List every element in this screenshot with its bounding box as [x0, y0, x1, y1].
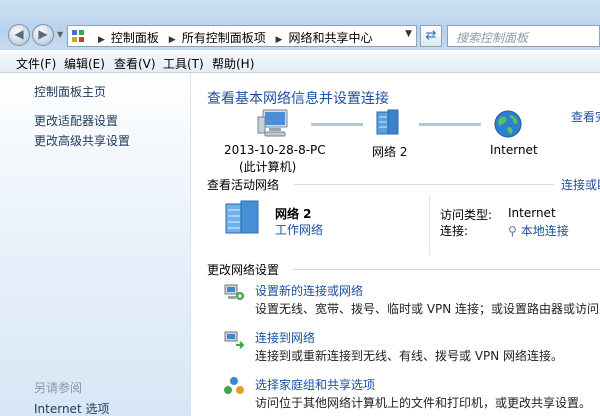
refresh-icon: ⇄: [425, 28, 437, 43]
control-panel-window: ◀ ▶ ▼ ▶ 控制面板 ▶ 所有控制面板项 ▶ 网络和共享中心 ▼ ⇄ 搜索控制面板…: [0, 0, 600, 416]
local-connection-label: 本地连接: [520, 224, 569, 238]
sidebar-item-advanced-sharing[interactable]: 更改高级共享设置: [34, 132, 130, 149]
breadcrumb: ▶ 控制面板 ▶ 所有控制面板项 ▶ 网络和共享中心: [92, 29, 372, 46]
window-chrome: ◀ ▶ ▼ ▶ 控制面板 ▶ 所有控制面板项 ▶ 网络和共享中心 ▼ ⇄ 搜索控制面板: [0, 0, 600, 50]
local-connection-link[interactable]: ⚲ 本地连接: [508, 222, 569, 239]
see-full-map-link[interactable]: 查看完: [571, 108, 600, 125]
computer-icon[interactable]: [257, 109, 291, 139]
task-homegroup-desc: 访问位于其他网络计算机上的文件和打印机，或更改共享设置。: [255, 396, 592, 410]
page-title: 查看基本网络信息并设置连接: [207, 91, 389, 107]
main-content: 查看基本网络信息并设置连接 查看完 2013-10-28-8-PC (此计算机)…: [191, 73, 600, 416]
sidebar-item-adapter-settings[interactable]: 更改适配器设置: [34, 112, 118, 129]
sidebar-item-internet-options[interactable]: Internet 选项: [34, 400, 109, 416]
active-network-name: 网络 2: [275, 207, 312, 221]
computer-subtitle: (此计算机): [239, 160, 297, 174]
menu-bar: 文件(F) 编辑(E) 查看(V) 工具(T) 帮助(H): [0, 52, 600, 73]
address-dropdown-icon[interactable]: ▼: [405, 29, 412, 39]
ethernet-icon: ⚲: [508, 224, 517, 238]
section-divider: [293, 269, 600, 270]
change-settings-title: 更改网络设置: [207, 263, 280, 277]
task-connect-network-desc: 连接到或重新连接到无线、有线、拨号或 VPN 网络连接。: [255, 349, 564, 363]
network-label: 网络 2: [372, 145, 408, 159]
close-button[interactable]: [568, 0, 600, 16]
task-homegroup-link[interactable]: 选择家庭组和共享选项: [255, 376, 375, 393]
back-button[interactable]: ◀: [8, 24, 30, 46]
search-placeholder: 搜索控制面板: [456, 31, 529, 45]
minimize-button[interactable]: [512, 0, 540, 16]
breadcrumb-control-panel[interactable]: 控制面板: [111, 31, 159, 45]
forward-button[interactable]: ▶: [32, 24, 54, 46]
maximize-button[interactable]: [540, 0, 568, 16]
access-type-label: 访问类型:: [440, 208, 493, 222]
network-building-icon: [225, 200, 259, 234]
see-also-title: 另请参阅: [34, 381, 83, 395]
network-icon[interactable]: [371, 109, 405, 139]
menu-file[interactable]: 文件(F): [16, 55, 56, 72]
internet-globe-icon[interactable]: [493, 109, 523, 139]
connections-label: 连接:: [440, 224, 469, 238]
address-bar[interactable]: ▶ 控制面板 ▶ 所有控制面板项 ▶ 网络和共享中心 ▼: [67, 25, 417, 47]
homegroup-icon: [224, 377, 244, 394]
menu-edit[interactable]: 编辑(E): [64, 55, 105, 72]
menu-view[interactable]: 查看(V): [114, 55, 156, 72]
section-divider: [293, 184, 555, 185]
breadcrumb-network-center[interactable]: 网络和共享中心: [288, 31, 372, 45]
arrow-right-icon: ▶: [38, 27, 48, 41]
menu-help[interactable]: 帮助(H): [212, 55, 254, 72]
breadcrumb-separator-icon: ▶: [98, 35, 105, 45]
connect-network-icon: [224, 331, 245, 349]
refresh-button[interactable]: ⇄: [420, 25, 442, 47]
computer-name: 2013-10-28-8-PC: [224, 143, 326, 157]
arrow-left-icon: ◀: [14, 27, 24, 41]
network-type-link[interactable]: 工作网络: [275, 221, 323, 238]
task-connect-network-link[interactable]: 连接到网络: [255, 329, 315, 346]
connect-disconnect-link[interactable]: 连接或断: [561, 176, 600, 193]
breadcrumb-separator-icon: ▶: [168, 35, 176, 45]
control-panel-icon: [72, 30, 84, 42]
map-link-line: [419, 123, 481, 126]
vertical-divider: [429, 195, 430, 255]
new-connection-icon: [224, 284, 244, 300]
sidebar-item-control-panel-home[interactable]: 控制面板主页: [34, 83, 106, 100]
task-setup-connection-desc: 设置无线、宽带、拨号、临时或 VPN 连接；或设置路由器或访问点。: [255, 302, 600, 316]
search-input[interactable]: 搜索控制面板: [447, 25, 600, 47]
menu-tools[interactable]: 工具(T): [163, 55, 204, 72]
history-dropdown-icon[interactable]: ▼: [57, 30, 63, 39]
access-type-value: Internet: [508, 206, 556, 220]
task-setup-connection-link[interactable]: 设置新的连接或网络: [255, 282, 363, 299]
active-networks-title: 查看活动网络: [207, 178, 280, 192]
left-task-pane: 控制面板主页 更改适配器设置 更改高级共享设置 另请参阅 Internet 选项: [0, 73, 191, 416]
breadcrumb-all-items[interactable]: 所有控制面板项: [182, 31, 266, 45]
map-link-line: [311, 123, 363, 126]
internet-label: Internet: [490, 143, 538, 157]
breadcrumb-separator-icon: ▶: [275, 35, 283, 45]
